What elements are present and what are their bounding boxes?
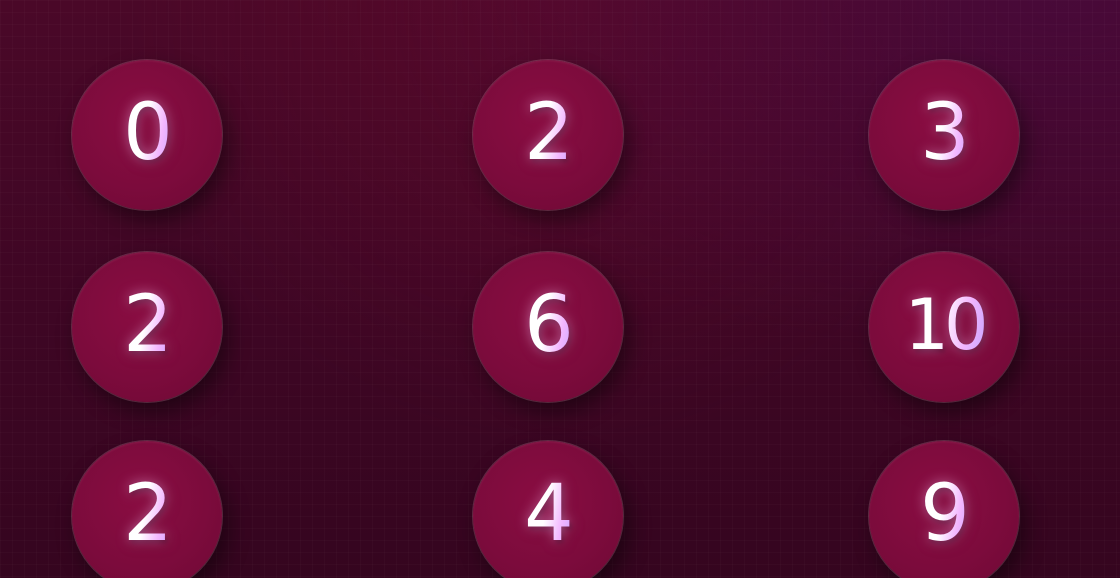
tile-number: 3 bbox=[920, 88, 970, 178]
number-board: 0 2 3 2 6 10 2 4 9 bbox=[0, 0, 1120, 578]
tile-number: 2 bbox=[524, 88, 574, 178]
number-tile-r1-c3[interactable]: 3 bbox=[869, 60, 1019, 210]
number-tile-r2-c1[interactable]: 2 bbox=[72, 252, 222, 402]
tile-number: 10 bbox=[904, 284, 988, 366]
number-tile-r2-c3[interactable]: 10 bbox=[869, 252, 1019, 402]
number-tile-r3-c3[interactable]: 9 bbox=[869, 441, 1019, 578]
number-tile-r3-c1[interactable]: 2 bbox=[72, 441, 222, 578]
number-tile-r2-c2[interactable]: 6 bbox=[473, 252, 623, 402]
tile-number: 4 bbox=[524, 469, 574, 559]
number-tile-r3-c2[interactable]: 4 bbox=[473, 441, 623, 578]
tile-number: 0 bbox=[123, 88, 173, 178]
tile-number: 2 bbox=[123, 280, 173, 370]
tile-number: 6 bbox=[524, 280, 574, 370]
number-tile-r1-c1[interactable]: 0 bbox=[72, 60, 222, 210]
tile-number: 9 bbox=[920, 469, 970, 559]
number-tile-r1-c2[interactable]: 2 bbox=[473, 60, 623, 210]
tile-number: 2 bbox=[123, 469, 173, 559]
